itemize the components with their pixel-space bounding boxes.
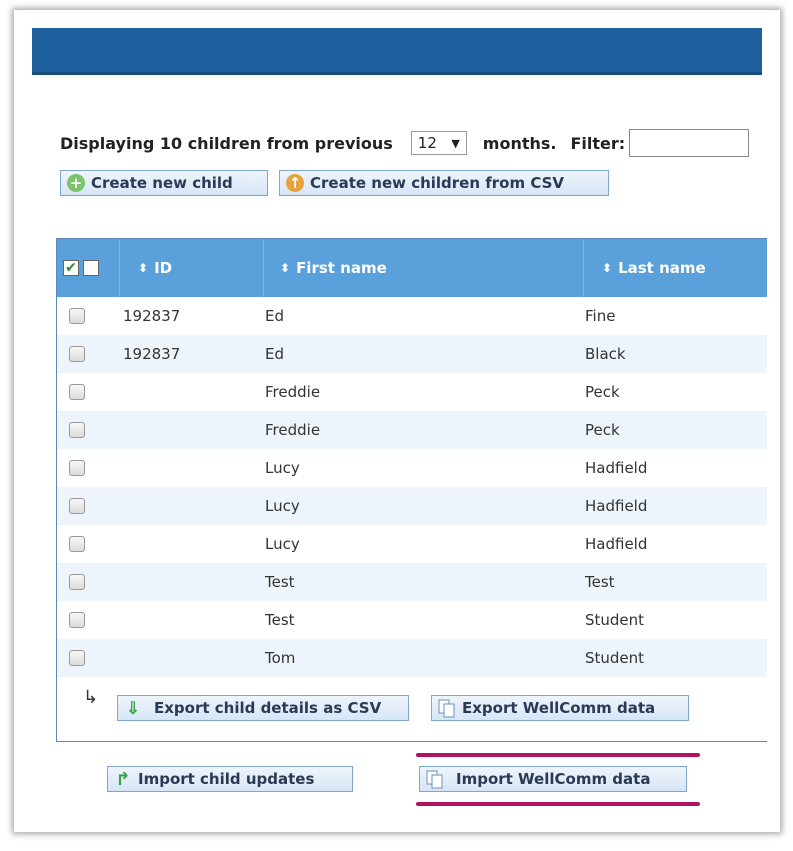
table-row[interactable]: Tom Student <box>57 639 767 677</box>
column-last-name-header[interactable]: ⬍ Last name <box>583 239 767 297</box>
cell-last-name: Test <box>585 573 615 591</box>
select-all-cell: ✔ <box>57 239 119 297</box>
cell-last-name: Student <box>585 649 645 667</box>
app-window: Displaying 10 children from previous 12 … <box>14 10 780 832</box>
cell-last-name: Fine <box>585 307 616 325</box>
export-wellcomm-label: Export WellComm data <box>462 699 656 717</box>
import-updates-button[interactable]: ↱ Import child updates <box>107 766 353 792</box>
caret-down-icon: ▼ <box>451 136 460 150</box>
create-csv-label: Create new children from CSV <box>310 174 565 192</box>
highlight-bottom-line <box>416 802 700 806</box>
row-checkbox[interactable] <box>69 498 85 514</box>
row-checkbox[interactable] <box>69 650 85 666</box>
select-all-checkbox[interactable]: ✔ <box>63 260 79 276</box>
row-checkbox[interactable] <box>69 384 85 400</box>
import-wellcomm-button[interactable]: Import WellComm data <box>419 766 687 792</box>
row-checkbox[interactable] <box>69 308 85 324</box>
column-first-name-header[interactable]: ⬍ First name <box>263 239 583 297</box>
table-row[interactable]: 192837 Ed Fine <box>57 297 767 335</box>
import-wellcomm-label: Import WellComm data <box>456 770 651 788</box>
cell-last-name: Peck <box>585 383 620 401</box>
column-first-name-label: First name <box>296 259 387 277</box>
checkmark-icon: ✔ <box>65 260 77 276</box>
row-checkbox[interactable] <box>69 574 85 590</box>
table-row[interactable]: Freddie Peck <box>57 373 767 411</box>
row-checkbox[interactable] <box>69 422 85 438</box>
sort-icon: ⬍ <box>138 261 149 275</box>
column-id-header[interactable]: ⬍ ID <box>119 239 263 297</box>
cell-last-name: Hadfield <box>585 535 648 553</box>
cell-first-name: Lucy <box>265 535 300 553</box>
sort-icon: ⬍ <box>602 261 613 275</box>
sort-icon: ⬍ <box>280 261 291 275</box>
top-header-bar <box>32 28 762 75</box>
cell-first-name: Freddie <box>265 383 321 401</box>
cell-first-name: Test <box>265 611 295 629</box>
cell-first-name: Lucy <box>265 459 300 477</box>
table-row[interactable]: Test Student <box>57 601 767 639</box>
table-row[interactable]: 192837 Ed Black <box>57 335 767 373</box>
column-last-name-label: Last name <box>618 259 706 277</box>
cell-first-name: Tom <box>265 649 296 667</box>
months-select[interactable]: 12 ▼ <box>410 131 467 155</box>
down-arrow-icon: ⇓ <box>125 697 141 719</box>
highlight-top-line <box>416 753 700 757</box>
table-row[interactable]: Lucy Hadfield <box>57 449 767 487</box>
cell-last-name: Black <box>585 345 626 363</box>
import-updates-label: Import child updates <box>138 770 315 788</box>
cell-first-name: Lucy <box>265 497 300 515</box>
cell-first-name: Freddie <box>265 421 321 439</box>
up-arrow-circle-icon: ↑ <box>284 172 306 194</box>
table-header: ✔ ⬍ ID ⬍ First name ⬍ Last name <box>57 239 767 297</box>
table-row[interactable]: Test Test <box>57 563 767 601</box>
cell-last-name: Hadfield <box>585 459 648 477</box>
table-row[interactable]: Freddie Peck <box>57 411 767 449</box>
row-checkbox[interactable] <box>69 460 85 476</box>
row-checkbox[interactable] <box>69 612 85 628</box>
export-wellcomm-button[interactable]: Export WellComm data <box>431 695 689 721</box>
export-csv-button[interactable]: ⇓ Export child details as CSV <box>117 695 409 721</box>
display-label: Displaying 10 children from previous <box>60 133 393 153</box>
filter-label: Filter: <box>570 133 626 153</box>
cell-id: 192837 <box>123 307 181 325</box>
row-checkbox[interactable] <box>69 346 85 362</box>
deselect-all-checkbox[interactable] <box>83 260 99 276</box>
create-child-label: Create new child <box>91 174 233 192</box>
cell-last-name: Peck <box>585 421 620 439</box>
create-child-button[interactable]: + Create new child <box>60 170 268 196</box>
months-label: months. <box>482 133 557 153</box>
selection-arrow-icon: ↳ <box>83 687 99 708</box>
create-from-csv-button[interactable]: ↑ Create new children from CSV <box>279 170 609 196</box>
cell-first-name: Ed <box>265 307 284 325</box>
cell-first-name: Test <box>265 573 295 591</box>
table-row[interactable]: Lucy Hadfield <box>57 487 767 525</box>
cell-first-name: Ed <box>265 345 284 363</box>
copy-documents-icon <box>436 697 458 719</box>
copy-documents-icon <box>424 768 446 790</box>
children-table: ✔ ⬍ ID ⬍ First name ⬍ Last name 192837 E… <box>56 238 767 742</box>
cell-last-name: Hadfield <box>585 497 648 515</box>
arrow-up-right-icon: ↱ <box>115 768 131 790</box>
cell-id: 192837 <box>123 345 181 363</box>
plus-circle-icon: + <box>65 172 87 194</box>
table-row[interactable]: Lucy Hadfield <box>57 525 767 563</box>
cell-last-name: Student <box>585 611 645 629</box>
display-controls: Displaying 10 children from previous 12 … <box>60 128 750 158</box>
row-checkbox[interactable] <box>69 536 85 552</box>
export-csv-label: Export child details as CSV <box>154 699 382 717</box>
months-value: 12 <box>417 134 437 152</box>
column-id-label: ID <box>154 259 173 277</box>
filter-input[interactable] <box>629 129 750 157</box>
